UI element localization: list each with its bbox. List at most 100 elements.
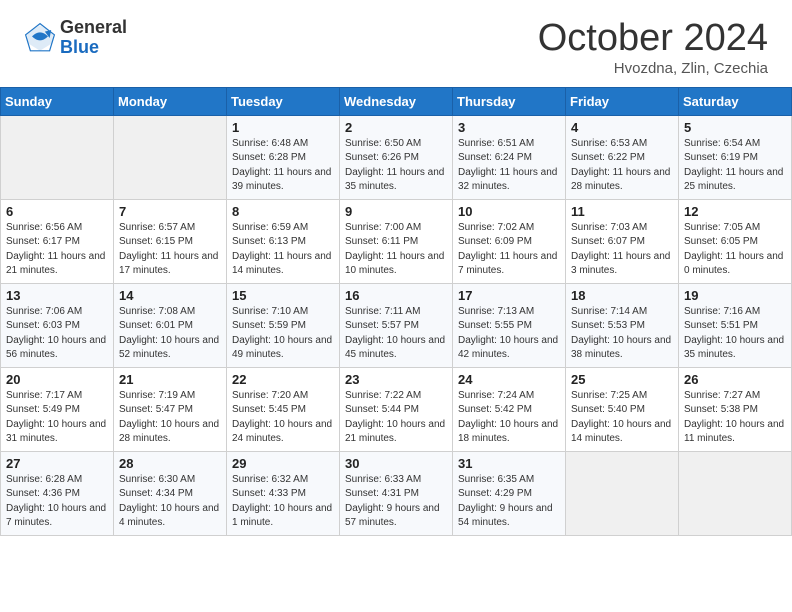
calendar-cell: 31 Sunrise: 6:35 AM Sunset: 4:29 PM Dayli… [453,451,566,535]
day-number: 30 [345,456,447,471]
calendar-cell: 11Sunrise: 7:03 AM Sunset: 6:07 PM Dayli… [566,199,679,283]
calendar-cell: 29 Sunrise: 6:32 AM Sunset: 4:33 PM Dayli… [227,451,340,535]
calendar-cell: 27 Sunrise: 6:28 AM Sunset: 4:36 PM Dayli… [1,451,114,535]
calendar-cell: 10Sunrise: 7:02 AM Sunset: 6:09 PM Dayli… [453,199,566,283]
calendar-body: 1Sunrise: 6:48 AM Sunset: 6:28 PM Daylig… [1,115,792,535]
header-day-wednesday: Wednesday [340,87,453,115]
day-number: 13 [6,288,108,303]
day-number: 26 [684,372,786,387]
day-info: Sunrise: 7:20 AM Sunset: 5:45 PM Dayligh… [232,389,334,447]
logo-general-text: General [60,18,127,38]
calendar-cell [679,451,792,535]
calendar-cell [566,451,679,535]
calendar-cell: 2 Sunrise: 6:50 AM Sunset: 6:26 PM Daylig… [340,115,453,199]
day-info: Sunrise: 7:27 AM Sunset: 5:38 PM Dayligh… [684,389,786,447]
day-number: 6 [6,204,108,219]
calendar-week-4: 20Sunrise: 7:17 AM Sunset: 5:49 PM Dayli… [1,367,792,451]
day-info: Sunrise: 7:13 AM Sunset: 5:55 PM Dayligh… [458,305,560,363]
calendar-cell: 5 Sunrise: 6:54 AM Sunset: 6:19 PM Daylig… [679,115,792,199]
calendar-table: SundayMondayTuesdayWednesdayThursdayFrid… [0,87,792,536]
calendar-cell: 7Sunrise: 6:57 AM Sunset: 6:15 PM Daylig… [114,199,227,283]
calendar-cell: 15Sunrise: 7:10 AM Sunset: 5:59 PM Dayli… [227,283,340,367]
calendar-cell [1,115,114,199]
day-number: 5 [684,120,786,135]
day-number: 11 [571,204,673,219]
day-info: Sunrise: 6:33 AM Sunset: 4:31 PM Dayligh… [345,473,447,531]
day-info: Sunrise: 7:16 AM Sunset: 5:51 PM Dayligh… [684,305,786,363]
day-info: Sunrise: 7:14 AM Sunset: 5:53 PM Dayligh… [571,305,673,363]
day-number: 2 [345,120,447,135]
calendar-cell: 17 Sunrise: 7:13 AM Sunset: 5:55 PM Dayli… [453,283,566,367]
day-number: 22 [232,372,334,387]
calendar-week-1: 1Sunrise: 6:48 AM Sunset: 6:28 PM Daylig… [1,115,792,199]
day-number: 17 [458,288,560,303]
day-number: 20 [6,372,108,387]
day-info: Sunrise: 6:35 AM Sunset: 4:29 PM Dayligh… [458,473,560,531]
day-info: Sunrise: 7:11 AM Sunset: 5:57 PM Dayligh… [345,305,447,363]
day-number: 28 [119,456,221,471]
calendar-cell: 14 Sunrise: 7:08 AM Sunset: 6:01 PM Dayli… [114,283,227,367]
day-info: Sunrise: 6:59 AM Sunset: 6:13 PM Dayligh… [232,221,334,279]
location-subtitle: Hvozdna, Zlin, Czechia [538,60,768,77]
day-info: Sunrise: 6:28 AM Sunset: 4:36 PM Dayligh… [6,473,108,531]
calendar-cell: 6Sunrise: 6:56 AM Sunset: 6:17 PM Daylig… [1,199,114,283]
day-number: 16 [345,288,447,303]
day-number: 1 [232,120,334,135]
header-day-sunday: Sunday [1,87,114,115]
day-number: 3 [458,120,560,135]
month-title: October 2024 [538,18,768,60]
day-info: Sunrise: 6:53 AM Sunset: 6:22 PM Dayligh… [571,137,673,195]
day-number: 29 [232,456,334,471]
calendar-cell: 1Sunrise: 6:48 AM Sunset: 6:28 PM Daylig… [227,115,340,199]
day-number: 31 [458,456,560,471]
header-day-tuesday: Tuesday [227,87,340,115]
calendar-cell: 19 Sunrise: 7:16 AM Sunset: 5:51 PM Dayli… [679,283,792,367]
header-row: SundayMondayTuesdayWednesdayThursdayFrid… [1,87,792,115]
day-info: Sunrise: 7:08 AM Sunset: 6:01 PM Dayligh… [119,305,221,363]
day-info: Sunrise: 7:00 AM Sunset: 6:11 PM Dayligh… [345,221,447,279]
day-info: Sunrise: 7:24 AM Sunset: 5:42 PM Dayligh… [458,389,560,447]
calendar-cell: 30 Sunrise: 6:33 AM Sunset: 4:31 PM Dayli… [340,451,453,535]
calendar-cell: 21Sunrise: 7:19 AM Sunset: 5:47 PM Dayli… [114,367,227,451]
calendar-cell: 22 Sunrise: 7:20 AM Sunset: 5:45 PM Dayli… [227,367,340,451]
day-number: 7 [119,204,221,219]
calendar-cell: 3Sunrise: 6:51 AM Sunset: 6:24 PM Daylig… [453,115,566,199]
calendar-week-5: 27 Sunrise: 6:28 AM Sunset: 4:36 PM Dayli… [1,451,792,535]
day-info: Sunrise: 7:22 AM Sunset: 5:44 PM Dayligh… [345,389,447,447]
header-day-monday: Monday [114,87,227,115]
header-day-friday: Friday [566,87,679,115]
logo-text: General Blue [60,18,127,58]
calendar-cell: 25 Sunrise: 7:25 AM Sunset: 5:40 PM Dayli… [566,367,679,451]
day-number: 9 [345,204,447,219]
day-info: Sunrise: 7:02 AM Sunset: 6:09 PM Dayligh… [458,221,560,279]
day-number: 25 [571,372,673,387]
day-info: Sunrise: 6:30 AM Sunset: 4:34 PM Dayligh… [119,473,221,531]
day-info: Sunrise: 6:50 AM Sunset: 6:26 PM Dayligh… [345,137,447,195]
calendar-cell: 8Sunrise: 6:59 AM Sunset: 6:13 PM Daylig… [227,199,340,283]
day-info: Sunrise: 7:10 AM Sunset: 5:59 PM Dayligh… [232,305,334,363]
logo-blue-text: Blue [60,38,127,58]
day-number: 21 [119,372,221,387]
day-info: Sunrise: 6:32 AM Sunset: 4:33 PM Dayligh… [232,473,334,531]
calendar-cell: 4 Sunrise: 6:53 AM Sunset: 6:22 PM Daylig… [566,115,679,199]
calendar-cell [114,115,227,199]
calendar-cell: 28 Sunrise: 6:30 AM Sunset: 4:34 PM Dayli… [114,451,227,535]
day-info: Sunrise: 7:25 AM Sunset: 5:40 PM Dayligh… [571,389,673,447]
day-info: Sunrise: 7:05 AM Sunset: 6:05 PM Dayligh… [684,221,786,279]
header-day-thursday: Thursday [453,87,566,115]
calendar-header: SundayMondayTuesdayWednesdayThursdayFrid… [1,87,792,115]
day-number: 27 [6,456,108,471]
calendar-cell: 13Sunrise: 7:06 AM Sunset: 6:03 PM Dayli… [1,283,114,367]
calendar-week-3: 13Sunrise: 7:06 AM Sunset: 6:03 PM Dayli… [1,283,792,367]
day-number: 4 [571,120,673,135]
calendar-cell: 24Sunrise: 7:24 AM Sunset: 5:42 PM Dayli… [453,367,566,451]
day-number: 14 [119,288,221,303]
page-header: General Blue October 2024 Hvozdna, Zlin,… [0,0,792,87]
calendar-cell: 9 Sunrise: 7:00 AM Sunset: 6:11 PM Daylig… [340,199,453,283]
calendar-cell: 16 Sunrise: 7:11 AM Sunset: 5:57 PM Dayli… [340,283,453,367]
day-number: 12 [684,204,786,219]
day-number: 23 [345,372,447,387]
day-number: 19 [684,288,786,303]
day-info: Sunrise: 6:54 AM Sunset: 6:19 PM Dayligh… [684,137,786,195]
header-day-saturday: Saturday [679,87,792,115]
